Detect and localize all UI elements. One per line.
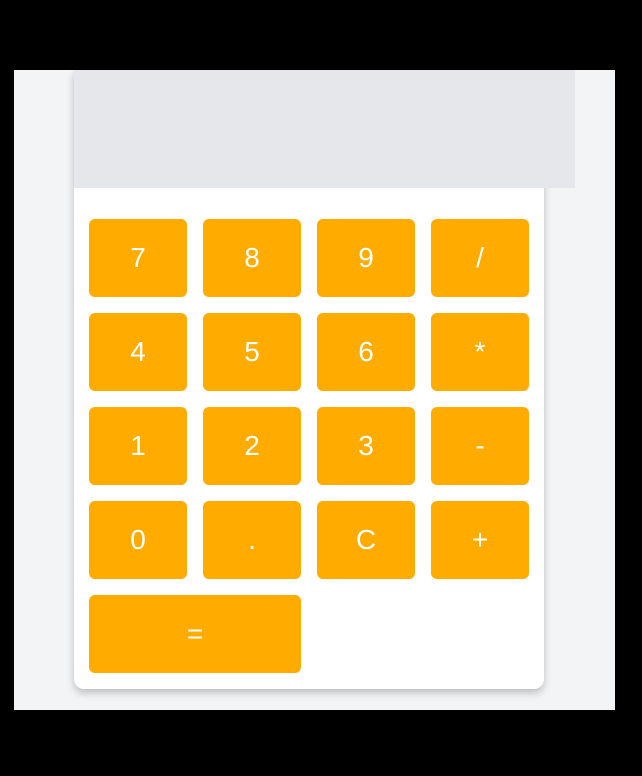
subtract-button[interactable]: -: [431, 407, 529, 485]
key-4-button[interactable]: 4: [89, 313, 187, 391]
key-9-button[interactable]: 9: [317, 219, 415, 297]
add-button[interactable]: +: [431, 501, 529, 579]
keypad: 7 8 9 / 4 5 6 * 1 2 3 - 0 . C + =: [89, 219, 529, 673]
clear-button[interactable]: C: [317, 501, 415, 579]
key-2-button[interactable]: 2: [203, 407, 301, 485]
key-5-button[interactable]: 5: [203, 313, 301, 391]
key-3-button[interactable]: 3: [317, 407, 415, 485]
page-background: 7 8 9 / 4 5 6 * 1 2 3 - 0 . C + =: [14, 70, 615, 710]
calculator: 7 8 9 / 4 5 6 * 1 2 3 - 0 . C + =: [74, 70, 575, 689]
equals-button[interactable]: =: [89, 595, 301, 673]
decimal-button[interactable]: .: [203, 501, 301, 579]
key-0-button[interactable]: 0: [89, 501, 187, 579]
divide-button[interactable]: /: [431, 219, 529, 297]
calculator-display: [74, 70, 575, 188]
multiply-button[interactable]: *: [431, 313, 529, 391]
key-1-button[interactable]: 1: [89, 407, 187, 485]
key-8-button[interactable]: 8: [203, 219, 301, 297]
key-6-button[interactable]: 6: [317, 313, 415, 391]
key-7-button[interactable]: 7: [89, 219, 187, 297]
